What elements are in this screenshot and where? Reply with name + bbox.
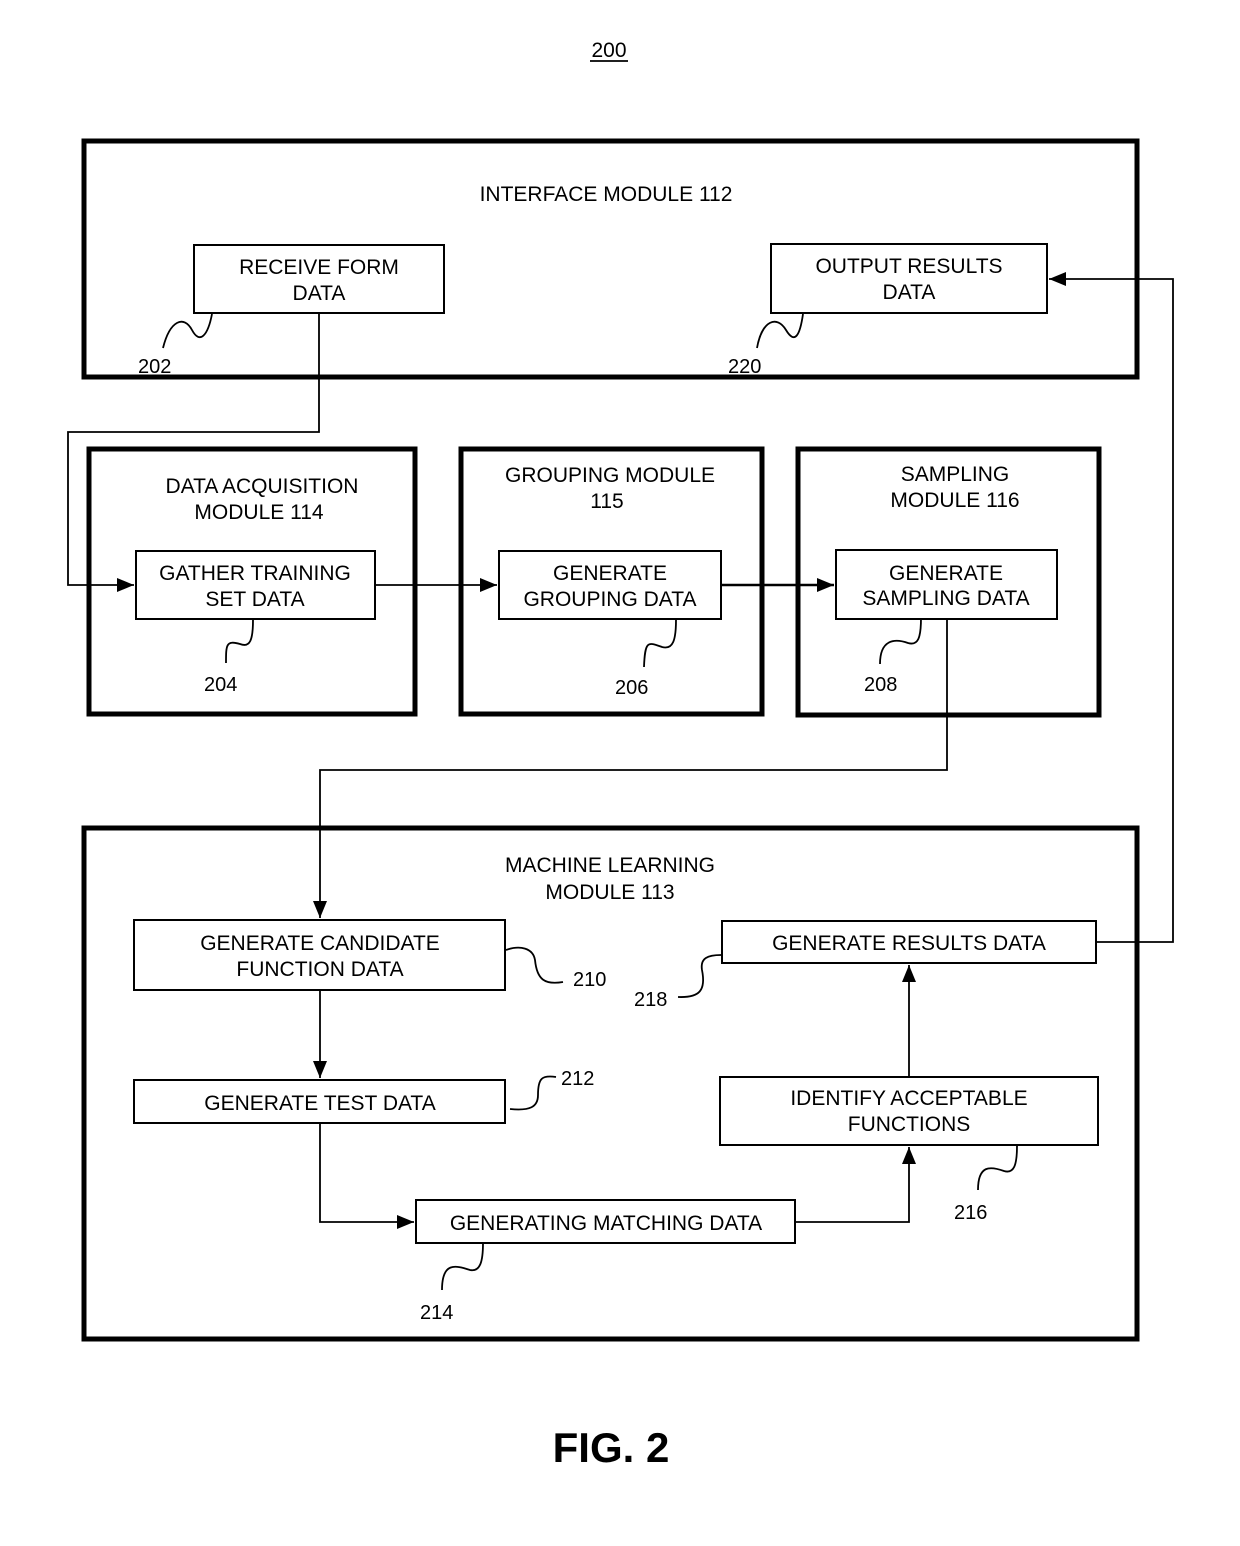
step-label: SAMPLING DATA (862, 587, 1029, 610)
ref-218: 218 (634, 989, 667, 1011)
step-label: GENERATE (553, 562, 667, 585)
ref-leader (977, 1145, 1018, 1191)
step-label: FUNCTIONS (848, 1113, 971, 1136)
ref-206: 206 (615, 677, 648, 699)
machine-learning-module-title: MACHINE LEARNING (505, 854, 715, 877)
step-identify-acceptable-functions[interactable]: IDENTIFY ACCEPTABLE FUNCTIONS (719, 1076, 1099, 1146)
step-generate-results-data[interactable]: GENERATE RESULTS DATA (721, 920, 1097, 964)
interface-module: INTERFACE MODULE 112 RECEIVE FORM DATA 2… (81, 138, 1140, 380)
flow-diagram: 200 INTERFACE MODULE 112 RECEIVE FORM DA… (67, 39, 1174, 1471)
ref-leader (505, 946, 564, 984)
sampling-module: SAMPLING MODULE 116 GENERATE SAMPLING DA… (795, 446, 1102, 718)
step-label: GATHER TRAINING (159, 562, 351, 585)
step-label: RECEIVE FORM (239, 256, 399, 279)
ref-220: 220 (728, 356, 761, 378)
step-generate-sampling-data[interactable]: GENERATE SAMPLING DATA (835, 549, 1058, 620)
data-acquisition-module: DATA ACQUISITION MODULE 114 GATHER TRAIN… (86, 446, 418, 717)
step-label: FUNCTION DATA (236, 958, 403, 981)
ref-leader (677, 954, 722, 998)
ref-leader (879, 617, 922, 665)
step-label: DATA (293, 282, 346, 305)
ref-204: 204 (204, 674, 237, 696)
step-generating-matching-data[interactable]: GENERATING MATCHING DATA (415, 1199, 796, 1244)
step-generate-test-data[interactable]: GENERATE TEST DATA (133, 1079, 506, 1124)
step-label: GENERATE (889, 562, 1003, 585)
ref-214: 214 (420, 1302, 453, 1324)
machine-learning-module-title: MODULE 113 (545, 881, 674, 904)
ref-leader (756, 313, 804, 349)
ref-leader (441, 1242, 484, 1291)
step-output-results-data[interactable]: OUTPUT RESULTS DATA (770, 243, 1048, 314)
ref-leader (643, 619, 677, 668)
ref-leader (225, 619, 254, 664)
grouping-module-title: 115 (590, 490, 623, 513)
sampling-module-title: SAMPLING (901, 463, 1010, 486)
sampling-module-title: MODULE 116 (890, 489, 1019, 512)
connector-214-to-216 (796, 1147, 916, 1223)
ref-210: 210 (573, 969, 606, 991)
step-generate-grouping-data[interactable]: GENERATE GROUPING DATA (498, 550, 722, 620)
figure-number: 200 (591, 39, 626, 62)
step-label: GROUPING DATA (523, 588, 696, 611)
ref-212: 212 (561, 1068, 594, 1090)
step-label: DATA (883, 281, 936, 304)
step-label: SET DATA (205, 588, 304, 611)
step-gather-training-set-data[interactable]: GATHER TRAINING SET DATA (135, 550, 376, 620)
step-label: GENERATE TEST DATA (204, 1092, 435, 1115)
ref-202: 202 (138, 356, 171, 378)
step-label: GENERATE RESULTS DATA (772, 932, 1046, 955)
data-acquisition-module-title: MODULE 114 (194, 501, 323, 524)
step-label: OUTPUT RESULTS (815, 255, 1002, 278)
ref-leader (509, 1075, 557, 1111)
grouping-module: GROUPING MODULE 115 GENERATE GROUPING DA… (458, 446, 765, 717)
step-generate-candidate-function-data[interactable]: GENERATE CANDIDATE FUNCTION DATA (133, 919, 506, 991)
figure-caption: FIG. 2 (553, 1424, 670, 1471)
grouping-module-title: GROUPING MODULE (505, 464, 715, 487)
machine-learning-module: MACHINE LEARNING MODULE 113 GENERATE CAN… (81, 825, 1140, 1342)
step-label: GENERATE CANDIDATE (200, 932, 440, 955)
ref-leader (162, 313, 213, 349)
interface-module-title: INTERFACE MODULE 112 (480, 183, 733, 206)
data-acquisition-module-title: DATA ACQUISITION (166, 475, 359, 498)
connector-212-to-214 (319, 1124, 414, 1229)
ref-216: 216 (954, 1202, 987, 1224)
step-label: IDENTIFY ACCEPTABLE (790, 1087, 1027, 1110)
ref-208: 208 (864, 674, 897, 696)
step-receive-form-data[interactable]: RECEIVE FORM DATA (193, 244, 445, 314)
step-label: GENERATING MATCHING DATA (450, 1212, 762, 1235)
